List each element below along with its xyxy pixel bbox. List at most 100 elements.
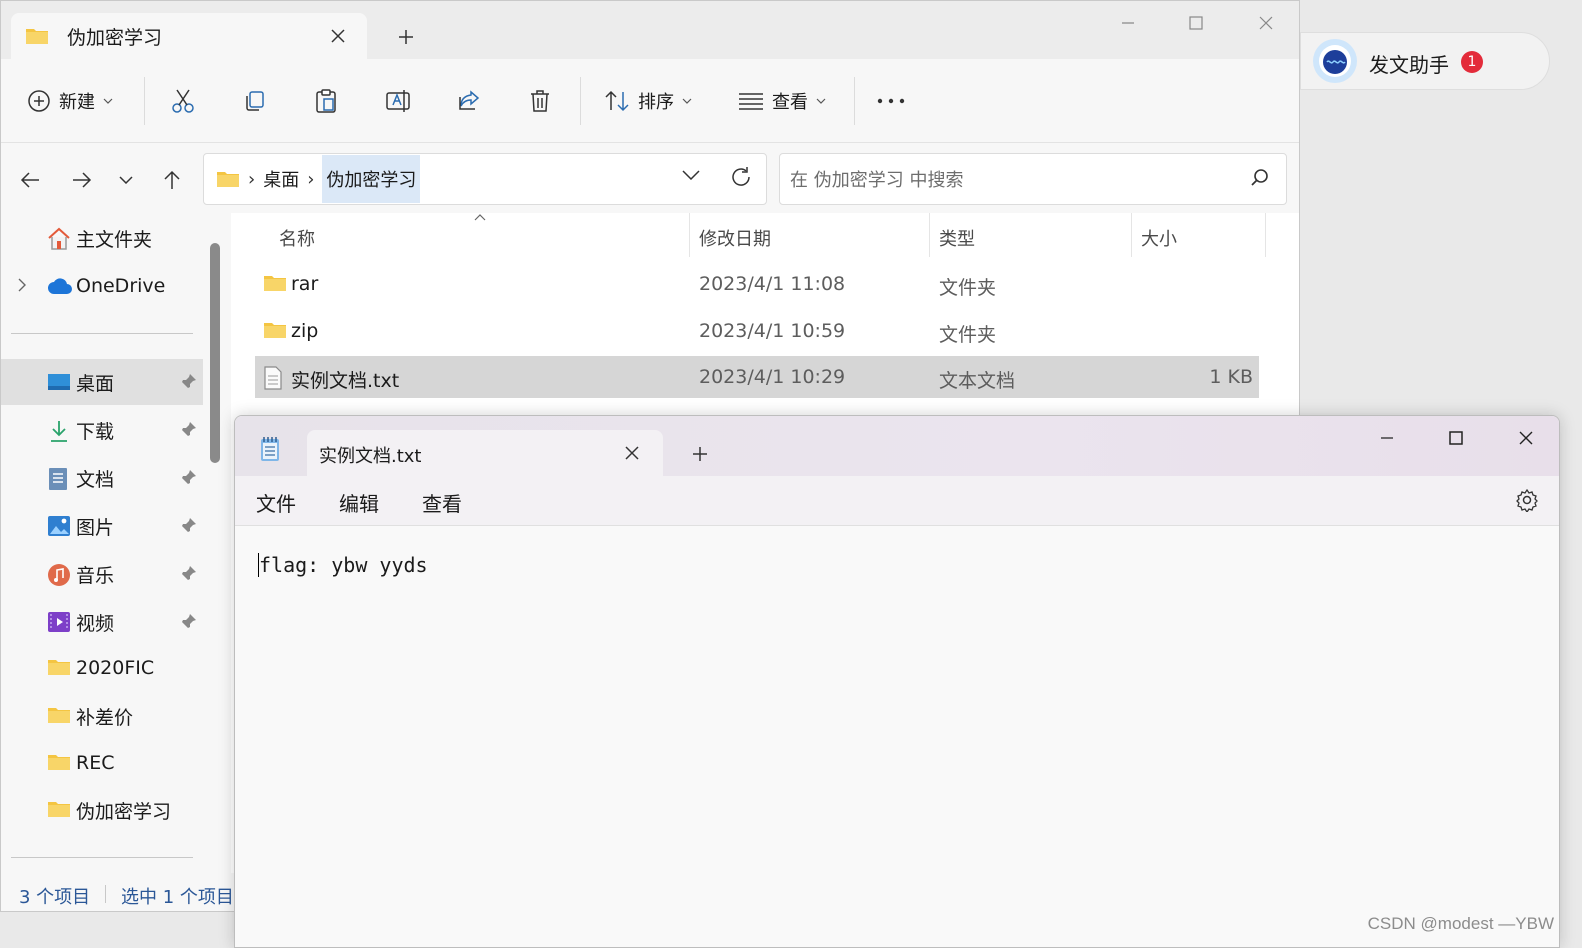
close-window-button[interactable] [1243, 5, 1289, 41]
sidebar-item-label: 图片 [76, 516, 115, 539]
file-list: 名称 修改日期 类型 大小 rar 2023/4/1 11:08 文件夹 zip… [231, 213, 1299, 413]
breadcrumb-current-folder[interactable]: 伪加密学习 [322, 155, 421, 203]
sidebar-item-desktop[interactable]: 桌面 [1, 359, 203, 405]
new-label: 新建 [59, 92, 95, 113]
folder-icon [263, 273, 287, 293]
sidebar-scrollbar[interactable] [210, 243, 220, 463]
explorer-titlebar: 伪加密学习 [1, 1, 1299, 59]
sidebar-item-home[interactable]: 主文件夹 [1, 215, 203, 261]
share-button[interactable] [457, 81, 481, 121]
sidebar-folder-rec[interactable]: REC [1, 740, 203, 786]
sidebar-item-onedrive[interactable]: OneDrive [1, 263, 203, 309]
forward-button[interactable] [65, 163, 99, 197]
gear-icon[interactable] [1515, 488, 1539, 512]
sidebar-folder-2020fic[interactable]: 2020FIC [1, 645, 203, 691]
file-type: 文件夹 [939, 324, 997, 346]
file-size: 1 KB [1209, 366, 1253, 388]
sidebar-item-label: 伪加密学习 [76, 800, 172, 823]
sidebar-folder-supplement[interactable]: 补差价 [1, 693, 203, 739]
column-header-name[interactable]: 名称 [279, 225, 315, 251]
navigation-pane: 主文件夹 OneDrive 桌面 下载 文档 图片 音乐 视频 2020FIC … [1, 213, 231, 873]
search-placeholder: 在 伪加密学习 中搜索 [790, 170, 964, 191]
minimize-button[interactable] [1105, 5, 1151, 41]
trash-icon [529, 89, 551, 113]
column-header-type[interactable]: 类型 [939, 225, 975, 251]
publish-assistant-widget[interactable]: 发文助手 1 [1300, 32, 1550, 90]
notepad-tab-label: 实例文档.txt [319, 446, 422, 467]
sidebar-item-label: OneDrive [76, 275, 166, 297]
explorer-tab[interactable]: 伪加密学习 [11, 13, 367, 59]
sidebar-divider [11, 857, 193, 858]
list-view-icon [738, 91, 764, 111]
recent-locations-button[interactable] [109, 163, 143, 197]
pictures-icon [47, 515, 71, 537]
folder-icon [263, 320, 287, 340]
copy-button[interactable] [243, 81, 267, 121]
column-header-size[interactable]: 大小 [1141, 225, 1177, 251]
file-row[interactable]: rar 2023/4/1 11:08 文件夹 [255, 263, 1259, 305]
sort-button[interactable]: 排序 [604, 81, 692, 121]
copy-icon [243, 89, 267, 113]
back-button[interactable] [13, 163, 47, 197]
file-row[interactable]: zip 2023/4/1 10:59 文件夹 [255, 310, 1259, 352]
column-header-date[interactable]: 修改日期 [699, 225, 771, 251]
column-separator[interactable] [929, 213, 930, 257]
minimize-button[interactable] [1364, 420, 1410, 456]
sidebar-item-music[interactable]: 音乐 [1, 551, 203, 597]
new-tab-button[interactable] [392, 23, 420, 51]
column-separator[interactable] [1131, 213, 1132, 257]
rename-button[interactable] [385, 81, 411, 121]
new-button[interactable]: 新建 [27, 81, 113, 121]
address-history-chevron-icon[interactable] [682, 170, 700, 180]
paste-button[interactable] [314, 81, 338, 121]
view-button[interactable]: 查看 [738, 81, 826, 121]
folder-icon [47, 657, 71, 677]
file-name: zip [291, 320, 319, 342]
menu-file[interactable]: 文件 [256, 488, 296, 517]
notepad-tab[interactable]: 实例文档.txt [307, 430, 663, 476]
view-label: 查看 [772, 92, 808, 113]
sort-ascending-icon [474, 213, 486, 221]
close-tab-icon[interactable] [327, 25, 349, 47]
maximize-button[interactable] [1173, 5, 1219, 41]
download-icon [47, 419, 71, 443]
menu-view[interactable]: 查看 [422, 488, 462, 517]
close-tab-icon[interactable] [621, 442, 643, 464]
file-row-selected[interactable]: 实例文档.txt 2023/4/1 10:29 文本文档 1 KB [255, 356, 1259, 398]
cut-button[interactable] [171, 81, 195, 121]
new-tab-button[interactable] [686, 440, 714, 468]
close-window-button[interactable] [1503, 420, 1549, 456]
column-separator[interactable] [1265, 213, 1266, 257]
pin-icon [181, 373, 197, 389]
chevron-right-icon[interactable] [17, 278, 27, 292]
text-file-icon [263, 366, 283, 390]
more-icon [877, 98, 905, 104]
sidebar-item-videos[interactable]: 视频 [1, 599, 203, 645]
breadcrumb-separator: › [248, 168, 256, 190]
rename-icon [385, 88, 411, 114]
status-bar: 3 个项目 选中 1 个项目 [1, 873, 241, 911]
explorer-tab-label: 伪加密学习 [67, 26, 163, 49]
maximize-button[interactable] [1433, 420, 1479, 456]
refresh-icon[interactable] [730, 166, 752, 188]
menu-edit[interactable]: 编辑 [339, 488, 379, 517]
sidebar-item-label: 2020FIC [76, 657, 155, 679]
sidebar-item-documents[interactable]: 文档 [1, 455, 203, 501]
search-box[interactable]: 在 伪加密学习 中搜索 [779, 153, 1287, 205]
delete-button[interactable] [529, 81, 551, 121]
chevron-down-icon [682, 98, 692, 104]
plus-circle-icon [27, 89, 51, 113]
file-date: 2023/4/1 10:29 [699, 366, 846, 388]
up-button[interactable] [155, 163, 189, 197]
file-name: 实例文档.txt [291, 370, 400, 392]
sidebar-item-label: 下载 [76, 420, 115, 443]
sidebar-item-downloads[interactable]: 下载 [1, 407, 203, 453]
sidebar-folder-pseudo-encryption[interactable]: 伪加密学习 [1, 787, 203, 833]
text-editor[interactable]: flag: ybw yyds [235, 527, 1559, 947]
breadcrumb-desktop[interactable]: 桌面 [263, 166, 299, 192]
pin-icon [181, 517, 197, 533]
address-bar[interactable]: › 桌面 › 伪加密学习 [203, 153, 767, 205]
more-options-button[interactable] [877, 81, 905, 121]
column-separator[interactable] [689, 213, 690, 257]
sidebar-item-pictures[interactable]: 图片 [1, 503, 203, 549]
